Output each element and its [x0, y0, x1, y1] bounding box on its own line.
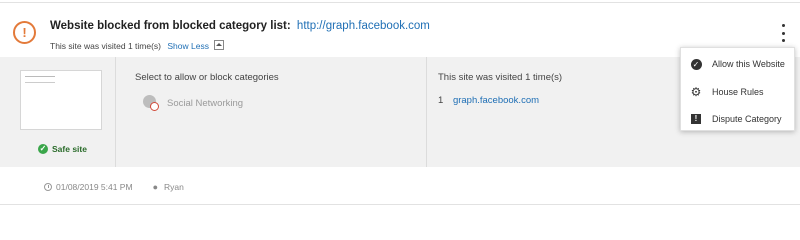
site-preview-thumbnail [20, 70, 102, 130]
more-options-button[interactable] [780, 24, 786, 42]
blocked-url-link[interactable]: http://graph.facebook.com [297, 20, 430, 32]
menu-item-label: Allow this Website [712, 59, 785, 69]
category-item[interactable]: Social Networking [143, 95, 243, 111]
gear-icon: ⚙ [690, 85, 702, 99]
flag-icon: ! [690, 113, 702, 125]
visit-summary: This site was visited 1 time(s) Show Les… [50, 40, 225, 51]
title-text: Website blocked from blocked category li… [50, 20, 291, 32]
user-name: Ryan [164, 182, 184, 192]
safe-site-badge: ✓ Safe site [38, 144, 87, 154]
social-networking-blocked-icon [143, 95, 159, 111]
menu-item-house-rules[interactable]: ⚙ House Rules [681, 82, 794, 102]
categories-heading: Select to allow or block categories [135, 72, 279, 83]
kebab-dot [781, 24, 785, 27]
top-divider [0, 2, 800, 3]
visit-index: 1 [438, 95, 444, 106]
visit-row: 1 graph.facebook.com [438, 95, 539, 106]
thumbnail-content [25, 76, 55, 83]
clock-icon [44, 183, 52, 191]
card-footer: 01/08/2019 5:41 PM ● Ryan [44, 182, 184, 192]
visits-heading: This site was visited 1 time(s) [438, 72, 563, 83]
check-circle-icon: ✓ [38, 144, 48, 154]
kebab-dot [781, 39, 785, 42]
alert-icon: ! [13, 21, 36, 44]
menu-item-label: House Rules [712, 87, 764, 97]
kebab-dot [781, 31, 785, 35]
visit-count-text: This site was visited 1 time(s) [50, 41, 161, 51]
column-divider [115, 57, 116, 167]
options-menu: ✓ Allow this Website ⚙ House Rules ! Dis… [680, 47, 795, 131]
no-entry-shape [150, 102, 159, 111]
check-circle-icon: ✓ [690, 58, 702, 70]
menu-item-label: Dispute Category [712, 114, 782, 124]
collapse-caret-icon[interactable] [214, 40, 225, 50]
card-title: Website blocked from blocked category li… [50, 20, 430, 32]
safe-site-label: Safe site [52, 144, 87, 154]
bottom-divider [0, 204, 800, 205]
category-label: Social Networking [167, 97, 244, 109]
menu-item-allow-website[interactable]: ✓ Allow this Website [681, 54, 794, 74]
activity-card: ! Website blocked from blocked category … [0, 0, 800, 212]
show-less-link[interactable]: Show Less [167, 41, 209, 51]
apple-device-icon: ● [152, 182, 158, 192]
timestamp: 01/08/2019 5:41 PM [56, 182, 133, 192]
menu-item-dispute-category[interactable]: ! Dispute Category [681, 109, 794, 129]
visit-url-link[interactable]: graph.facebook.com [453, 95, 539, 106]
column-divider [426, 57, 427, 167]
